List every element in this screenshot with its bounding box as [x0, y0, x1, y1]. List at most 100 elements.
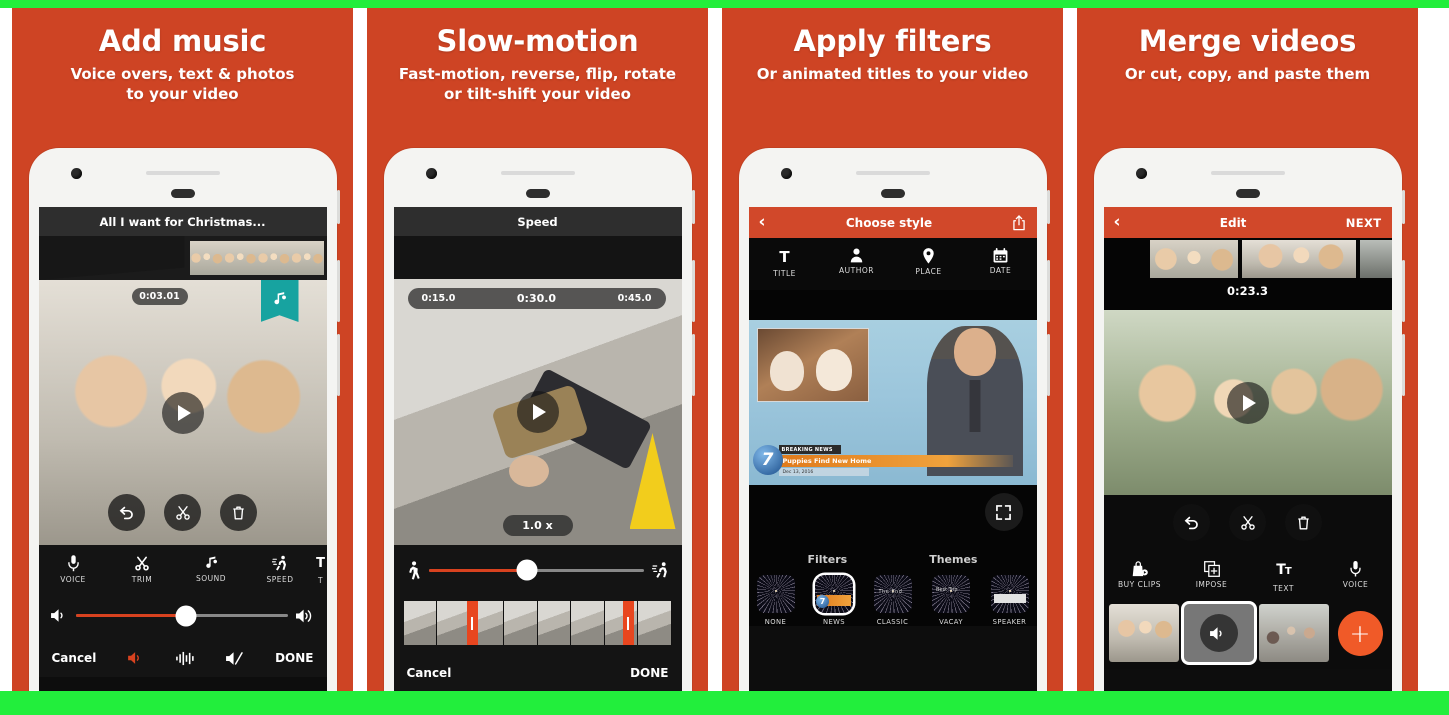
music-note-icon — [177, 555, 246, 571]
undo-icon[interactable] — [1173, 504, 1210, 541]
waveform-icon[interactable] — [175, 651, 195, 666]
volume-down-button[interactable] — [1046, 334, 1050, 396]
tool-trim[interactable]: TRIM — [108, 545, 177, 592]
next-button[interactable]: NEXT — [1346, 216, 1382, 230]
news-kicker: BREAKING NEWS — [778, 445, 841, 454]
tool-buy-clips[interactable]: BUY CLIPS — [1104, 551, 1176, 597]
cancel-button[interactable]: Cancel — [52, 651, 97, 665]
trash-icon[interactable] — [1285, 504, 1322, 541]
speed-slider-row[interactable] — [393, 545, 682, 595]
style-option-speaker[interactable]: SPEAKER — [990, 575, 1029, 626]
phone-mockup: ‹ Edit NEXT 0:23.3 BUY CLIPS IMPOSE TT T… — [1093, 148, 1405, 691]
video-preview[interactable]: 0:15.0 0:30.0 0:45.0 1.0 x — [393, 279, 682, 545]
speed-title-bar: Speed — [393, 207, 682, 236]
panel-apply-filters: Apply filters Or animated titles to your… — [722, 8, 1063, 691]
tool-label: VOICE — [1342, 580, 1369, 589]
tool-text-partial[interactable]: T T — [315, 545, 327, 592]
panel-heading: Add music Voice overs, text & photos to … — [12, 8, 353, 105]
track-title-bar: All I want for Christmas... — [38, 207, 327, 236]
page-subtitle: Fast-motion, reverse, flip, rotate or ti… — [367, 65, 708, 105]
play-button[interactable] — [1226, 381, 1269, 424]
tool-voice[interactable]: VOICE — [39, 545, 108, 592]
clip-timeline[interactable]: 0:23.3 — [1103, 238, 1392, 310]
timestamp-ruler: 0:15.0 0:30.0 0:45.0 — [407, 288, 666, 309]
tool-speed[interactable]: SPEED — [246, 545, 315, 592]
volume-slider-row[interactable] — [38, 592, 327, 639]
speed-fill — [428, 568, 528, 572]
panel-heading: Slow-motion Fast-motion, reverse, flip, … — [367, 8, 708, 105]
timestamp-end: 0:45.0 — [617, 293, 652, 304]
volume-down-button[interactable] — [336, 334, 340, 396]
play-button[interactable] — [516, 391, 559, 433]
chevron-left-icon[interactable]: ‹ — [759, 214, 766, 231]
style-option-classic[interactable]: The End CLASSIC — [873, 575, 912, 626]
style-label: SPEAKER — [992, 618, 1027, 626]
undo-icon[interactable] — [108, 494, 145, 531]
sensor-pill — [1235, 189, 1260, 198]
style-thumbnail — [756, 575, 795, 613]
clip-filmstrip[interactable] — [189, 241, 324, 275]
style-option-news[interactable]: 7 NEWS — [815, 575, 853, 626]
audio-timeline[interactable] — [38, 236, 327, 280]
music-note-icon[interactable] — [260, 280, 299, 322]
tab-title[interactable]: T TITLE — [749, 238, 821, 290]
trim-handle-left[interactable] — [466, 601, 478, 645]
volume-down-button[interactable] — [1401, 334, 1405, 396]
clip-thumbnail-selected[interactable] — [1183, 604, 1254, 662]
play-button[interactable] — [161, 391, 204, 434]
volume-up-button[interactable] — [691, 260, 695, 322]
editor-toolbar: BUY CLIPS IMPOSE TT TEXT VOICE — [1103, 551, 1392, 597]
volume-icon[interactable] — [128, 651, 144, 665]
mute-clip-icon[interactable] — [1199, 614, 1238, 652]
mute-icon[interactable] — [226, 651, 244, 666]
speed-knob[interactable] — [516, 559, 538, 581]
tab-author[interactable]: AUTHOR — [821, 238, 893, 290]
volume-down-button[interactable] — [691, 334, 695, 396]
text-t-icon: T — [779, 248, 790, 266]
page-title: Apply filters — [793, 24, 992, 58]
scissors-icon[interactable] — [164, 494, 201, 531]
timeline-region[interactable] — [393, 236, 682, 279]
trim-handle-right[interactable] — [622, 601, 634, 645]
chevron-left-icon[interactable]: ‹ — [1114, 214, 1121, 231]
tool-voice[interactable]: VOICE — [1320, 551, 1392, 597]
trim-filmstrip[interactable] — [393, 595, 682, 651]
volume-knob[interactable] — [175, 605, 197, 626]
tool-sound[interactable]: SOUND — [177, 545, 246, 592]
video-preview[interactable]: 0:03.01 — [38, 280, 327, 545]
volume-up-button[interactable] — [1046, 260, 1050, 322]
walking-icon — [406, 560, 421, 580]
add-clip-button[interactable]: + — [1337, 610, 1383, 656]
channel-logo: 7 — [752, 445, 783, 475]
tab-place[interactable]: PLACE — [893, 238, 965, 290]
tool-impose[interactable]: IMPOSE — [1176, 551, 1248, 597]
scissors-icon[interactable] — [1229, 504, 1266, 541]
video-preview[interactable]: BREAKING NEWS Puppies Find New Home Dec … — [748, 320, 1037, 485]
clip-thumbnail[interactable] — [1108, 604, 1179, 662]
timestamp-start: 0:15.0 — [421, 293, 456, 304]
style-option-vacay[interactable]: Best Trip VACAY — [932, 575, 970, 626]
video-preview[interactable] — [1103, 310, 1392, 495]
cancel-button[interactable]: Cancel — [407, 666, 452, 680]
timeline-clip[interactable] — [1359, 240, 1392, 278]
volume-up-button[interactable] — [336, 260, 340, 322]
shopping-bag-icon — [1104, 561, 1176, 577]
volume-track[interactable] — [75, 605, 288, 626]
clip-thumbnail[interactable] — [1258, 604, 1329, 662]
speed-track[interactable] — [428, 559, 644, 581]
tab-date[interactable]: DATE — [965, 238, 1037, 290]
done-button[interactable]: DONE — [275, 651, 313, 665]
tool-label: SOUND — [195, 574, 227, 583]
style-option-none[interactable]: NONE — [756, 575, 795, 626]
fullscreen-expand-icon[interactable] — [984, 493, 1023, 531]
share-icon[interactable] — [1012, 214, 1026, 231]
trash-icon[interactable] — [220, 494, 257, 531]
tool-text[interactable]: TT TEXT — [1248, 551, 1320, 597]
style-label: VACAY — [939, 618, 963, 626]
puppies-photo — [756, 328, 869, 402]
timeline-clip[interactable] — [1149, 240, 1238, 278]
done-button[interactable]: DONE — [630, 666, 668, 680]
volume-up-button[interactable] — [1401, 260, 1405, 322]
timeline-clip[interactable] — [1241, 240, 1356, 278]
page-subtitle: Or animated titles to your video — [722, 65, 1063, 85]
